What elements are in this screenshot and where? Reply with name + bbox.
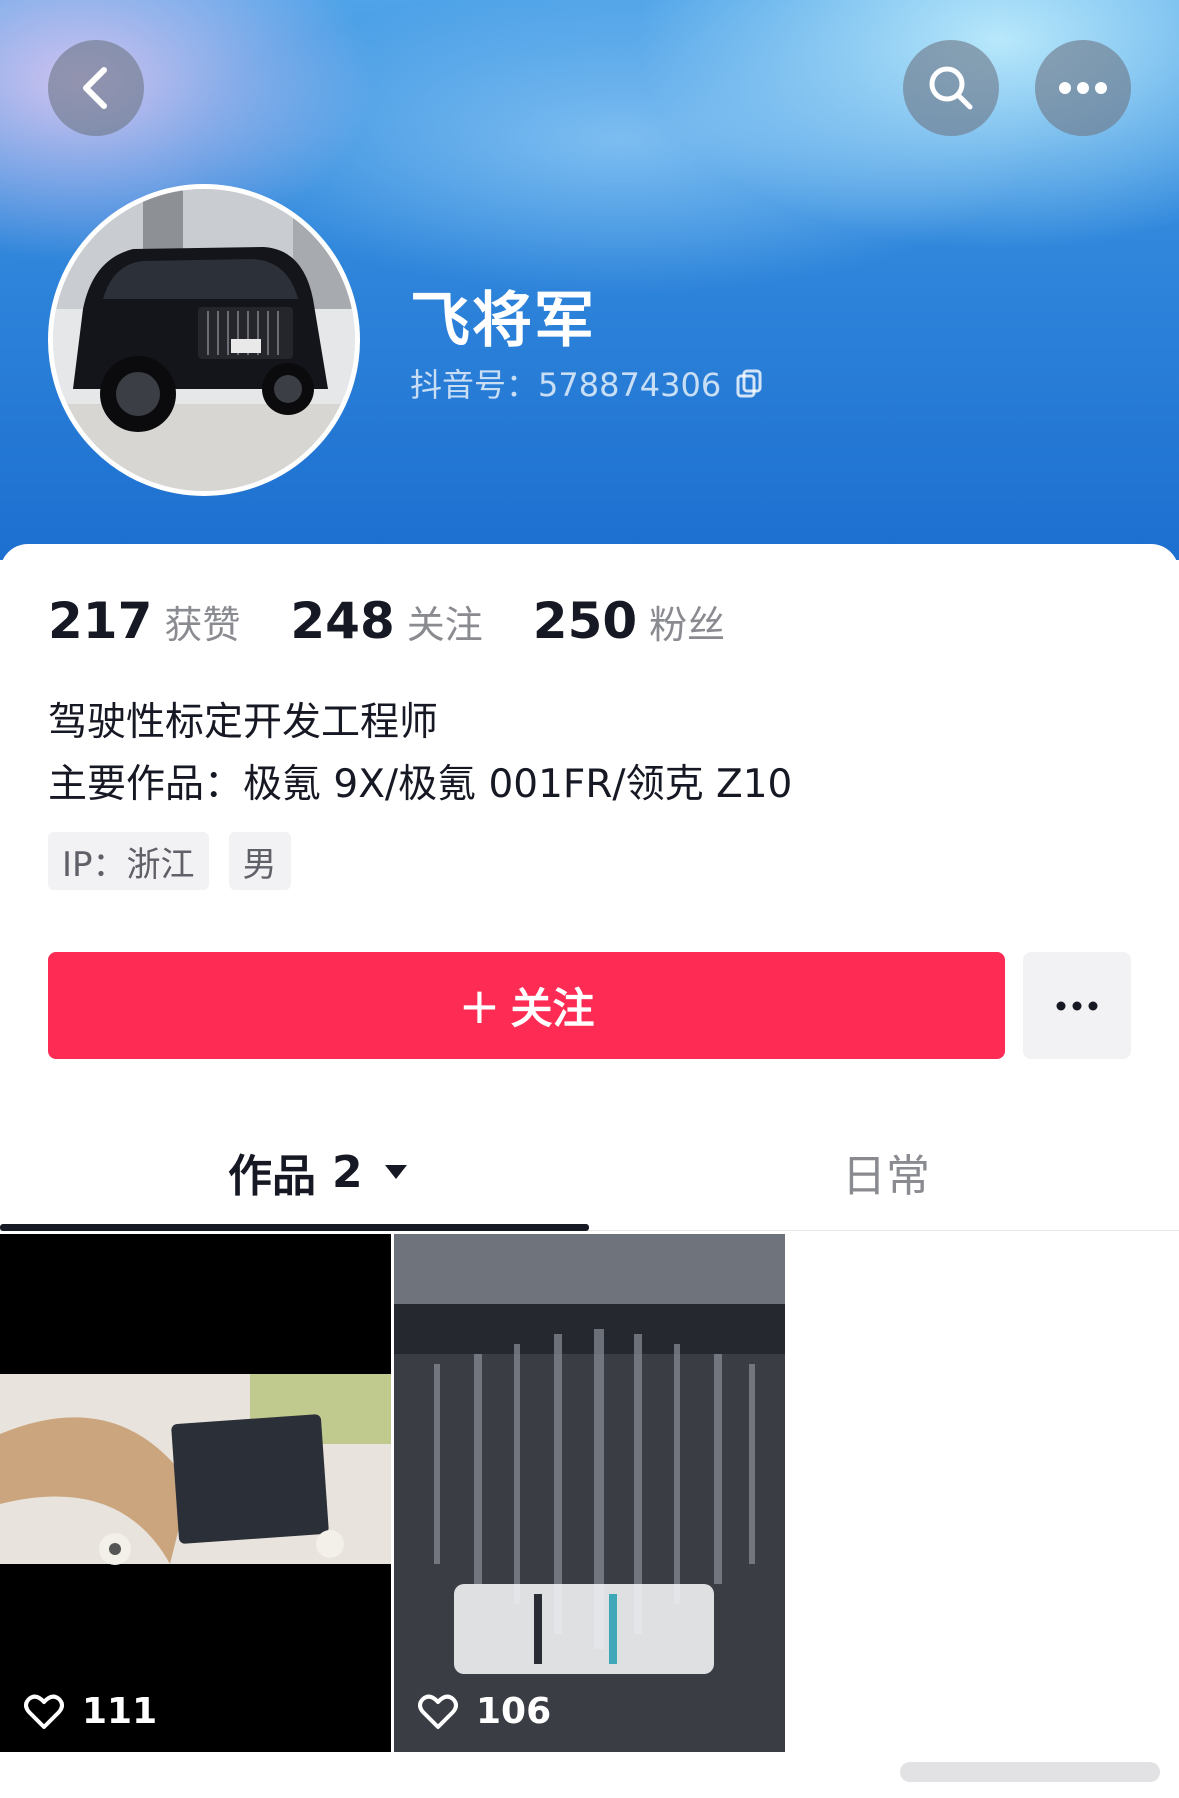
avatar-image (53, 189, 355, 491)
douyin-id: 抖音号：578874306 (410, 366, 722, 404)
search-icon (929, 66, 973, 110)
more-icon (1056, 1001, 1098, 1010)
follow-button-label: 关注 (510, 984, 595, 1033)
stat-following-label: 关注 (406, 603, 483, 647)
stat-likes[interactable]: 217 获赞 (48, 592, 240, 650)
stat-likes-value: 217 (48, 592, 153, 650)
home-indicator (900, 1762, 1160, 1782)
bio: 驾驶性标定开发工程师 主要作品：极氪 9X/极氪 001FR/领克 Z10 (48, 692, 792, 816)
stat-followers[interactable]: 250 粉丝 (533, 592, 725, 650)
tag-gender: 男 (228, 832, 291, 890)
stats-row: 217 获赞 248 关注 250 粉丝 (48, 592, 775, 650)
stat-following[interactable]: 248 关注 (290, 592, 482, 650)
avatar[interactable] (48, 184, 360, 496)
stat-likes-label: 获赞 (164, 603, 241, 647)
nickname: 飞将军 (410, 286, 596, 356)
bio-line-2: 主要作品：极氪 9X/极氪 001FR/领克 Z10 (48, 762, 793, 807)
heart-icon (24, 1694, 64, 1729)
copy-icon[interactable] (735, 368, 763, 398)
back-icon (83, 67, 107, 109)
tab-works-label: 作品 (228, 1151, 316, 1202)
video-likes-count: 111 (82, 1691, 158, 1732)
video-thumbnail[interactable]: 111 (0, 1234, 391, 1752)
video-thumbnail-image (394, 1234, 785, 1752)
heart-icon (418, 1694, 458, 1729)
bio-line-1: 驾驶性标定开发工程师 (48, 700, 439, 745)
caret-down-icon[interactable] (383, 1162, 409, 1182)
back-button[interactable] (48, 40, 144, 136)
video-likes-count: 106 (476, 1691, 552, 1732)
search-button[interactable] (903, 40, 999, 136)
active-tab-indicator (0, 1224, 589, 1231)
tag-ip-location: IP：浙江 (48, 832, 209, 890)
header-more-button[interactable] (1035, 40, 1131, 136)
stat-followers-value: 250 (532, 592, 638, 650)
video-likes: 111 (24, 1691, 157, 1732)
stat-followers-label: 粉丝 (649, 603, 726, 647)
video-thumbnail[interactable]: 106 (394, 1234, 785, 1752)
more-icon (1059, 82, 1107, 94)
tab-works[interactable]: 作品 2 (228, 1140, 409, 1204)
stat-following-value: 248 (290, 592, 395, 650)
douyin-id-row[interactable]: 抖音号：578874306 (410, 360, 763, 406)
more-options-button[interactable] (1023, 952, 1131, 1059)
plus-icon: + (458, 976, 501, 1035)
video-thumbnail-image (0, 1234, 391, 1752)
follow-button[interactable]: + 关注 (48, 952, 1005, 1059)
tab-daily[interactable]: 日常 (842, 1140, 930, 1204)
tab-works-count: 2 (332, 1146, 363, 1198)
profile-tags: IP：浙江 男 (48, 832, 311, 890)
video-likes: 106 (418, 1691, 551, 1732)
tab-daily-label: 日常 (842, 1151, 930, 1202)
